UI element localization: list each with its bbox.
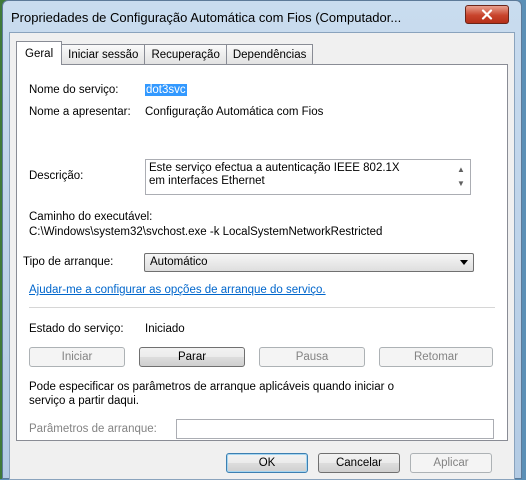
divider	[29, 307, 495, 308]
startup-type-value: Automático	[150, 256, 208, 268]
description-label: Descrição:	[29, 170, 84, 182]
startup-type-select[interactable]: Automático	[144, 253, 474, 272]
startup-type-label: Tipo de arranque:	[23, 256, 114, 268]
service-properties-dialog: Propriedades de Configuração Automática …	[2, 0, 522, 480]
start-params-hint-line-1: Pode especificar os parâmetros de arranq…	[29, 381, 395, 393]
start-params-hint-line-2: serviço a partir daqui.	[29, 395, 139, 407]
description-scrollbar[interactable]: ▲ ▼	[453, 160, 470, 194]
exe-path-label: Caminho do executável:	[29, 211, 153, 223]
description-textbox[interactable]: Este serviço efectua a autenticação IEEE…	[145, 159, 471, 195]
start-service-button[interactable]: Iniciar	[29, 347, 125, 367]
display-name-label: Nome a apresentar:	[29, 106, 131, 118]
dialog-client-area: Geral Iniciar sessão Recuperação Dependê…	[9, 32, 515, 480]
title-bar[interactable]: Propriedades de Configuração Automática …	[3, 1, 521, 33]
ok-button[interactable]: OK	[226, 453, 308, 473]
service-name-value[interactable]: dot3svc	[145, 84, 187, 96]
service-name-label: Nome do serviço:	[29, 84, 119, 96]
start-params-input[interactable]	[176, 419, 494, 439]
chevron-down-icon	[460, 260, 468, 265]
tab-log-on[interactable]: Iniciar sessão	[61, 44, 146, 64]
exe-path-value[interactable]: C:\Windows\system32\svchost.exe -k Local…	[29, 226, 382, 238]
scroll-up-arrow-icon[interactable]: ▲	[457, 166, 465, 174]
tab-recovery[interactable]: Recuperação	[144, 44, 227, 64]
description-line-2: em interfaces Ethernet	[149, 175, 265, 187]
resume-service-button[interactable]: Retomar	[379, 347, 493, 367]
window-title: Propriedades de Configuração Automática …	[11, 10, 402, 25]
close-icon	[481, 9, 493, 20]
description-line-1: Este serviço efectua a autenticação IEEE…	[149, 162, 400, 174]
service-name-value-field[interactable]: dot3svc	[145, 84, 187, 96]
startup-options-help-link[interactable]: Ajudar-me a configurar as opções de arra…	[29, 284, 326, 296]
tab-strip: Geral Iniciar sessão Recuperação Dependê…	[16, 41, 314, 65]
stop-service-button[interactable]: Parar	[139, 347, 245, 367]
close-button[interactable]	[465, 5, 509, 24]
pause-service-button[interactable]: Pausa	[259, 347, 365, 367]
service-status-label: Estado do serviço:	[29, 323, 124, 335]
scroll-down-arrow-icon[interactable]: ▼	[457, 180, 465, 188]
tab-dependencies[interactable]: Dependências	[225, 44, 314, 64]
cancel-button[interactable]: Cancelar	[318, 453, 400, 473]
apply-button[interactable]: Aplicar	[410, 453, 492, 473]
start-params-label: Parâmetros de arranque:	[29, 423, 157, 435]
general-tab-panel: Nome do serviço: dot3svc Nome a apresent…	[16, 64, 508, 441]
tab-general[interactable]: Geral	[16, 41, 63, 65]
display-name-value[interactable]: Configuração Automática com Fios	[145, 106, 323, 118]
service-status-value: Iniciado	[145, 323, 185, 335]
